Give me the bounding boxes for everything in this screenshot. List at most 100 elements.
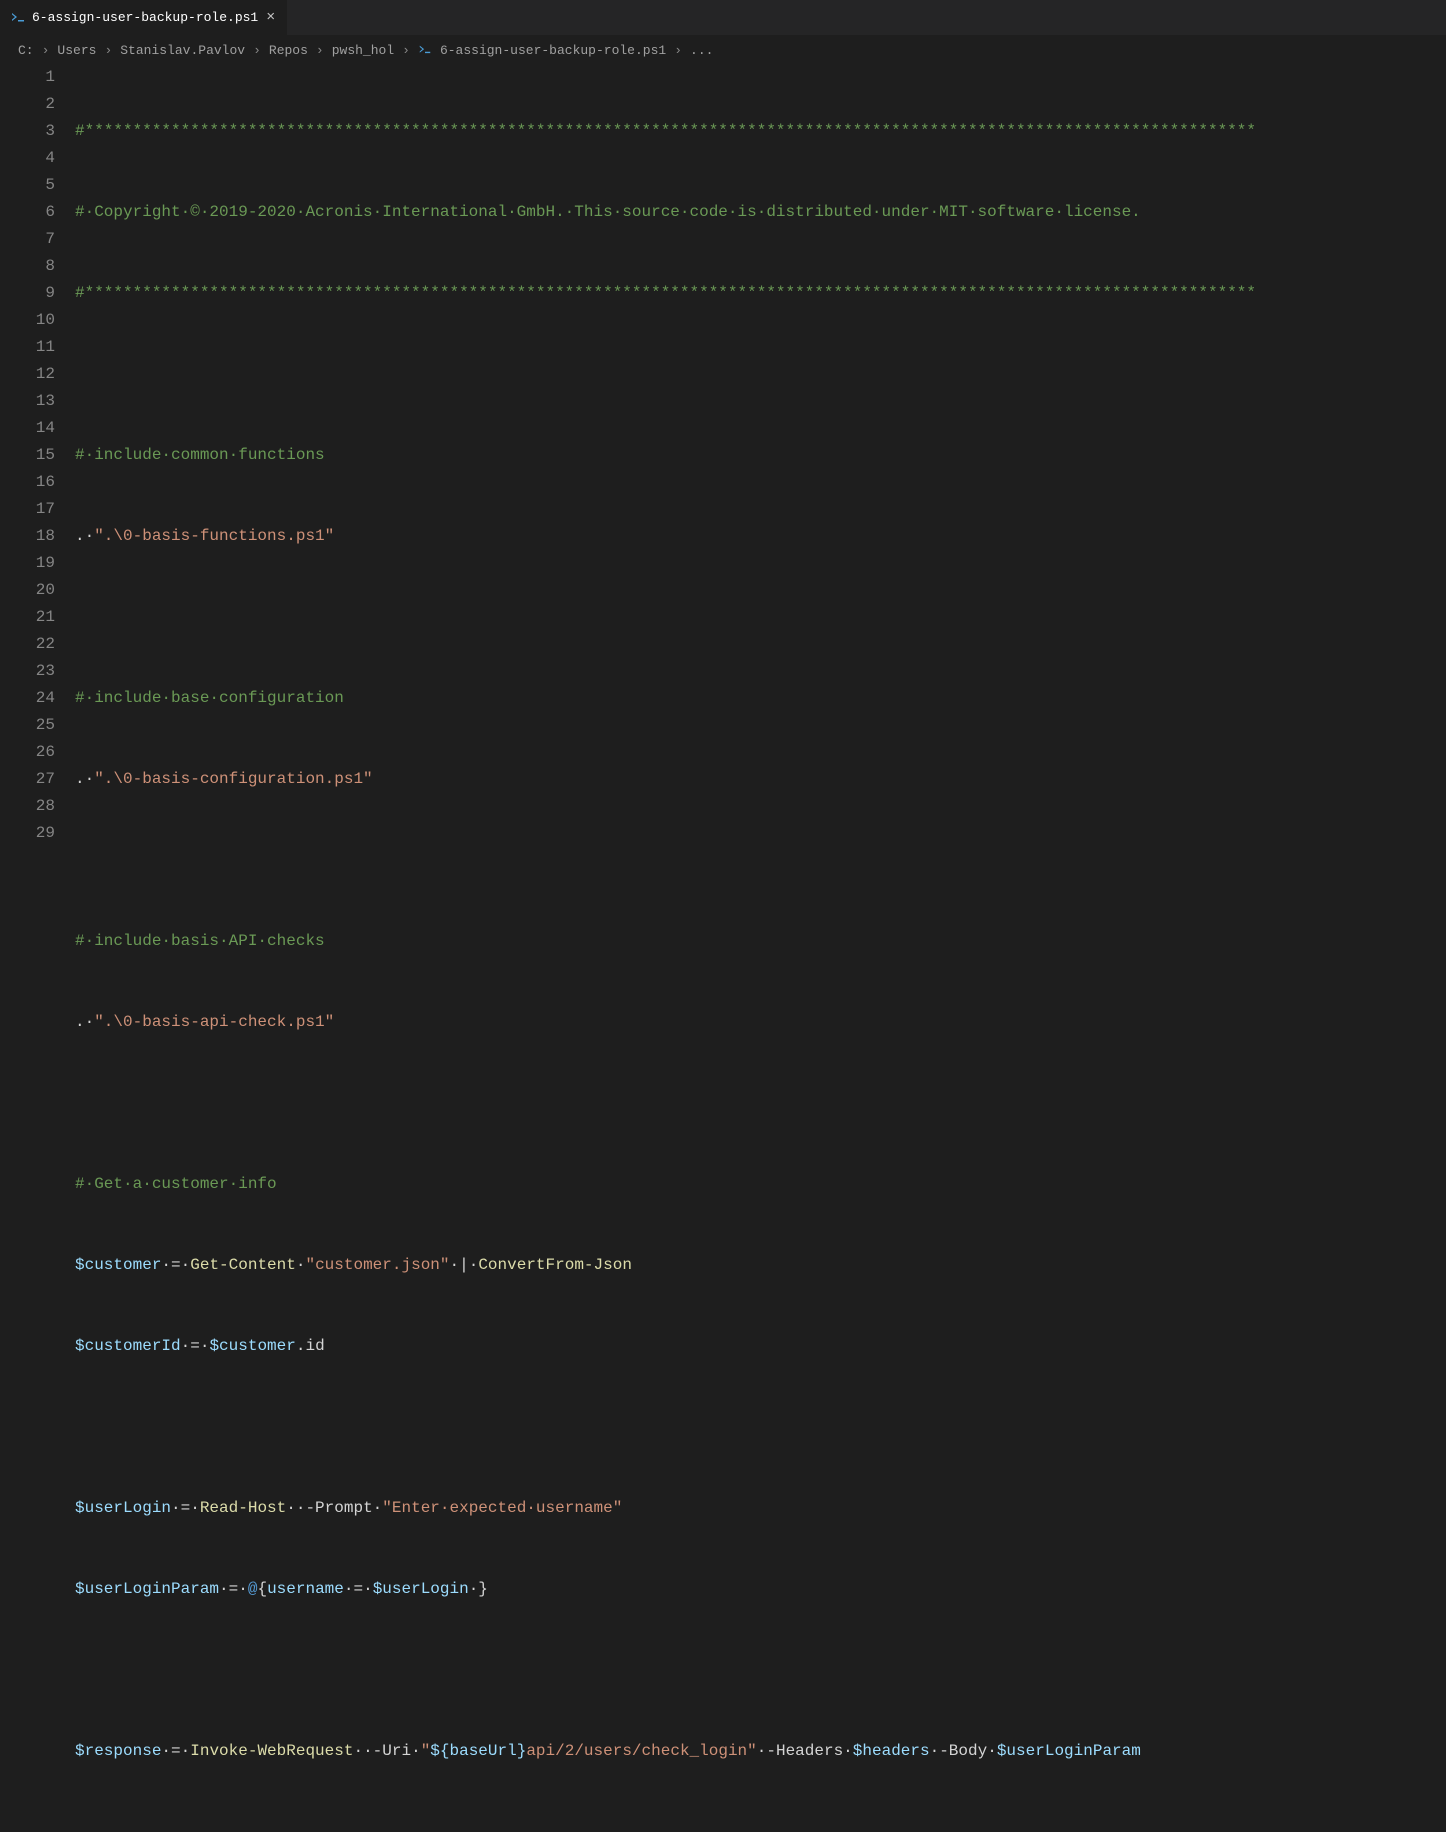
line-number: 15: [0, 442, 55, 469]
code-text: ".\0-basis-functions.ps1": [94, 527, 334, 545]
breadcrumb-part[interactable]: pwsh_hol: [332, 43, 394, 58]
tab-active[interactable]: 6-assign-user-backup-role.ps1 ×: [0, 0, 288, 35]
code-text: ${baseUrl}: [430, 1742, 526, 1760]
code-text: username: [267, 1580, 344, 1598]
code-text: ·: [843, 1742, 853, 1760]
breadcrumb-part[interactable]: Repos: [269, 43, 308, 58]
powershell-icon: [418, 43, 432, 57]
code-text: ·=·: [344, 1580, 373, 1598]
breadcrumb-part[interactable]: Stanislav.Pavlov: [120, 43, 245, 58]
code-text: ".\0-basis-api-check.ps1": [94, 1013, 334, 1031]
line-number: 11: [0, 334, 55, 361]
code-text: ·: [411, 1742, 421, 1760]
code-text: #·include·common·functions: [75, 446, 325, 464]
code-text: Read-Host: [200, 1499, 286, 1517]
line-number: 18: [0, 523, 55, 550]
code-text: ·=·: [219, 1580, 248, 1598]
code-text: $userLogin: [75, 1499, 171, 1517]
line-number: 2: [0, 91, 55, 118]
code-text: ·=·: [171, 1499, 200, 1517]
line-number: 25: [0, 712, 55, 739]
code-text: ": [421, 1742, 431, 1760]
line-number: 9: [0, 280, 55, 307]
code-text: {: [257, 1580, 267, 1598]
line-number: 23: [0, 658, 55, 685]
line-number: 12: [0, 361, 55, 388]
code-text: #·include·base·configuration: [75, 689, 344, 707]
line-number: 6: [0, 199, 55, 226]
code-text: -Headers: [766, 1742, 843, 1760]
code-text: ·=·: [161, 1742, 190, 1760]
line-number: 22: [0, 631, 55, 658]
line-number: 21: [0, 604, 55, 631]
code-text: -Body: [939, 1742, 987, 1760]
tab-close-icon[interactable]: ×: [264, 9, 277, 26]
code-text: ·=·: [181, 1337, 210, 1355]
code-text: $userLoginParam: [75, 1580, 219, 1598]
code-text: ·|·: [450, 1256, 479, 1274]
code-text: $userLoginParam: [997, 1742, 1141, 1760]
line-number: 27: [0, 766, 55, 793]
code-text: #·Get·a·customer·info: [75, 1175, 277, 1193]
code-text: $response: [75, 1742, 161, 1760]
line-number: 24: [0, 685, 55, 712]
line-number: 29: [0, 820, 55, 847]
code-text: ·=·: [161, 1256, 190, 1274]
code-content[interactable]: #***************************************…: [75, 64, 1446, 1832]
chevron-right-icon: ›: [312, 43, 328, 58]
line-number: 19: [0, 550, 55, 577]
code-text: ·: [373, 1499, 383, 1517]
line-number: 8: [0, 253, 55, 280]
code-text: -Prompt: [305, 1499, 372, 1517]
code-text: $customerId: [75, 1337, 181, 1355]
code-text: ·}: [469, 1580, 488, 1598]
line-number: 5: [0, 172, 55, 199]
code-text: ·: [987, 1742, 997, 1760]
code-text: @: [248, 1580, 258, 1598]
code-text: .·: [75, 1013, 94, 1031]
code-text: #***************************************…: [75, 284, 1256, 302]
chevron-right-icon: ›: [398, 43, 414, 58]
code-text: ·: [930, 1742, 940, 1760]
line-number: 1: [0, 64, 55, 91]
code-text: Invoke-WebRequest: [190, 1742, 353, 1760]
code-text: $headers: [853, 1742, 930, 1760]
breadcrumb-part[interactable]: ...: [690, 43, 713, 58]
code-text: #·Copyright·©·2019-2020·Acronis·Internat…: [75, 203, 1141, 221]
code-text: ·: [296, 1256, 306, 1274]
code-editor[interactable]: 1 2 3 4 5 6 7 8 9 10 11 12 13 14 15 16 1…: [0, 64, 1446, 1832]
code-text: .·: [75, 770, 94, 788]
line-number: 20: [0, 577, 55, 604]
chevron-right-icon: ›: [100, 43, 116, 58]
powershell-icon: [10, 10, 26, 26]
tab-bar: 6-assign-user-backup-role.ps1 ×: [0, 0, 1446, 36]
line-number: 14: [0, 415, 55, 442]
line-gutter: 1 2 3 4 5 6 7 8 9 10 11 12 13 14 15 16 1…: [0, 64, 75, 1832]
code-text: -Uri: [373, 1742, 411, 1760]
line-number: 26: [0, 739, 55, 766]
code-text: $customer: [75, 1256, 161, 1274]
breadcrumb-part[interactable]: C:: [18, 43, 34, 58]
code-text: $customer: [209, 1337, 295, 1355]
code-text: "Enter·expected·username": [382, 1499, 622, 1517]
line-number: 13: [0, 388, 55, 415]
code-text: ··: [286, 1499, 305, 1517]
breadcrumb-part[interactable]: 6-assign-user-backup-role.ps1: [440, 43, 666, 58]
tab-label: 6-assign-user-backup-role.ps1: [32, 10, 258, 25]
code-text: api/2/users/check_login": [526, 1742, 756, 1760]
code-text: $userLogin: [373, 1580, 469, 1598]
line-number: 3: [0, 118, 55, 145]
code-text: ".\0-basis-configuration.ps1": [94, 770, 372, 788]
code-text: ConvertFrom-Json: [478, 1256, 632, 1274]
line-number: 7: [0, 226, 55, 253]
line-number: 16: [0, 469, 55, 496]
code-text: Get-Content: [190, 1256, 296, 1274]
breadcrumb[interactable]: C: › Users › Stanislav.Pavlov › Repos › …: [0, 36, 1446, 64]
code-text: "customer.json": [305, 1256, 449, 1274]
breadcrumb-part[interactable]: Users: [57, 43, 96, 58]
code-text: .id: [296, 1337, 325, 1355]
line-number: 28: [0, 793, 55, 820]
code-text: ·: [757, 1742, 767, 1760]
code-text: #***************************************…: [75, 122, 1256, 140]
chevron-right-icon: ›: [670, 43, 686, 58]
